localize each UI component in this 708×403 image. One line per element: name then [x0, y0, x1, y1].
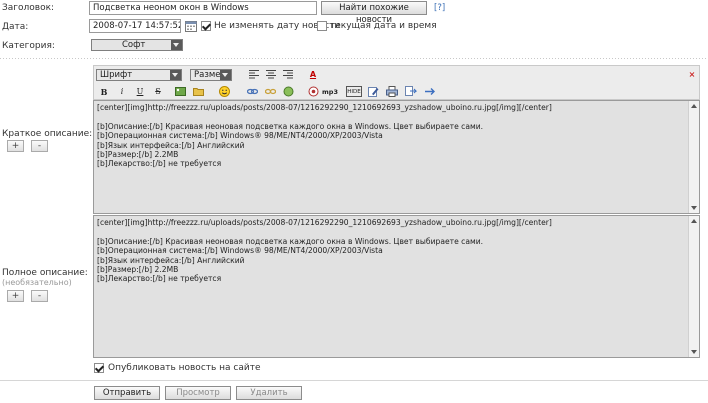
align-left-icon[interactable]	[248, 69, 260, 81]
short-desc-minus-button[interactable]: -	[31, 140, 48, 152]
short-desc-plus-button[interactable]: +	[7, 140, 24, 152]
media-icon[interactable]	[307, 86, 319, 98]
bold-button[interactable]: B	[98, 86, 110, 98]
title-label: Заголовок:	[2, 3, 55, 13]
font-select-value: Шрифт	[100, 70, 133, 80]
edit-icon[interactable]	[367, 86, 379, 98]
short-desc-line	[97, 112, 687, 121]
link-icon[interactable]	[246, 86, 258, 98]
close-icon[interactable]: ×	[686, 69, 698, 81]
image-icon[interactable]	[174, 86, 186, 98]
category-select[interactable]: Софт	[91, 39, 183, 51]
date-label: Дата:	[2, 22, 29, 32]
short-desc-line: [b]Лекарство:[/b] не требуется	[97, 159, 222, 169]
publish-label: Опубликовать новость на сайте	[108, 363, 261, 373]
align-center-icon[interactable]	[265, 69, 277, 81]
keep-date-checkbox[interactable]	[201, 21, 211, 31]
submit-button[interactable]: Отправить	[94, 386, 160, 400]
chevron-down-icon	[220, 70, 231, 80]
full-desc-textarea[interactable]: [center][img]http://freezzz.ru/uploads/p…	[93, 215, 700, 358]
preview-button[interactable]: Просмотр	[165, 386, 231, 400]
short-desc-line: [b]Операционная система:[/b] Windows® 98…	[97, 131, 383, 141]
delete-button[interactable]: Удалить	[236, 386, 302, 400]
scroll-up-icon[interactable]	[691, 219, 697, 223]
publish-checkbox[interactable]	[94, 363, 104, 373]
smiley-icon[interactable]	[218, 86, 230, 98]
scroll-up-icon[interactable]	[691, 104, 697, 108]
email-icon[interactable]	[282, 86, 294, 98]
editor-toolbar: Шрифт Размер A × B i U S mp3 HIDE	[93, 65, 700, 100]
unlink-icon[interactable]	[264, 86, 276, 98]
short-desc-line: [center][img]http://freezzz.ru/uploads/p…	[97, 103, 552, 112]
short-desc-textarea[interactable]: [center][img]http://freezzz.ru/uploads/p…	[93, 100, 700, 214]
strike-button[interactable]: S	[152, 86, 164, 98]
help-link[interactable]: [?]	[434, 3, 445, 13]
chevron-down-icon	[170, 70, 181, 80]
full-desc-line: [b]Описание:[/b] Красивая неоновая подсв…	[97, 236, 484, 246]
short-desc-line: [b]Размер:[/b] 2.2MB	[97, 149, 179, 159]
full-desc-plus-button[interactable]: +	[7, 290, 24, 302]
code-icon[interactable]	[424, 86, 436, 98]
separator	[0, 58, 708, 59]
short-desc-line: [b]Описание:[/b] Красивая неоновая подсв…	[97, 121, 484, 131]
full-desc-line: [b]Операционная система:[/b] Windows® 98…	[97, 246, 383, 256]
print-icon[interactable]	[386, 86, 398, 98]
scrollbar[interactable]	[688, 216, 699, 357]
find-similar-button[interactable]: Найти похожие новости	[321, 1, 427, 25]
short-desc-label: Краткое описание:	[2, 129, 93, 139]
quote-icon[interactable]	[405, 86, 418, 98]
full-desc-label: Полное описание:	[2, 268, 88, 278]
mp3-button[interactable]: mp3	[321, 86, 339, 98]
current-date-checkbox[interactable]	[317, 21, 327, 31]
category-value: Софт	[122, 40, 146, 50]
hide-button[interactable]: HIDE	[346, 86, 362, 97]
title-input[interactable]: Подсветка неоном окон в Windows	[89, 1, 317, 15]
full-desc-line: [center][img]http://freezzz.ru/uploads/p…	[97, 218, 552, 227]
full-desc-optional: (необязательно)	[2, 278, 72, 287]
full-desc-line	[97, 227, 687, 236]
calendar-icon[interactable]	[185, 20, 197, 32]
align-right-icon[interactable]	[282, 69, 294, 81]
scroll-down-icon[interactable]	[691, 350, 697, 354]
current-date-label: текущая дата и время	[330, 21, 437, 31]
full-desc-line: [b]Язык интерфейса:[/b] Английский	[97, 255, 245, 265]
text-color-icon[interactable]: A	[307, 69, 319, 81]
date-input[interactable]: 2008-07-17 14:57:52	[89, 19, 181, 33]
short-desc-line: [b]Язык интерфейса:[/b] Английский	[97, 140, 245, 150]
scroll-down-icon[interactable]	[691, 206, 697, 210]
full-desc-line: [b]Размер:[/b] 2.2MB	[97, 264, 179, 274]
category-label: Категория:	[2, 41, 55, 51]
italic-button[interactable]: i	[116, 86, 128, 98]
full-desc-minus-button[interactable]: -	[31, 290, 48, 302]
font-select[interactable]: Шрифт	[96, 69, 182, 81]
chevron-down-icon	[171, 40, 182, 50]
scrollbar[interactable]	[688, 101, 699, 213]
folder-icon[interactable]	[192, 86, 204, 98]
underline-button[interactable]: U	[134, 86, 146, 98]
size-select[interactable]: Размер	[190, 69, 232, 81]
separator	[0, 380, 708, 381]
full-desc-line: [b]Лекарство:[/b] не требуется	[97, 274, 222, 284]
